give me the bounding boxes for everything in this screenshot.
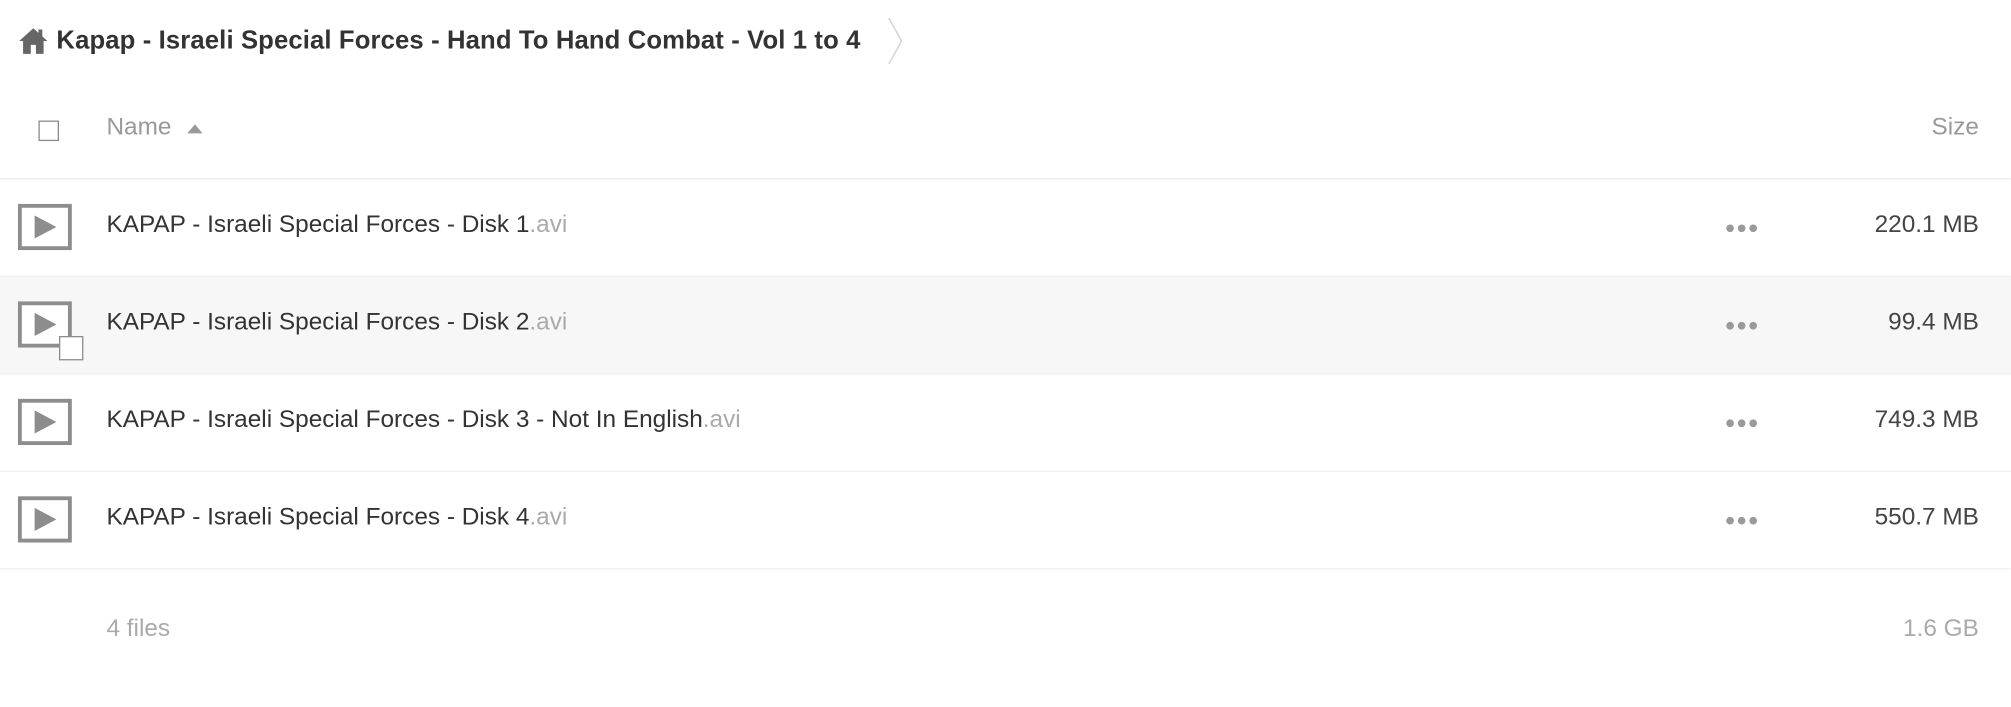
- sort-ascending-icon: [186, 123, 203, 133]
- file-size: 550.7 MB: [1874, 504, 1979, 531]
- file-name[interactable]: KAPAP - Israeli Special Forces - Disk 4.…: [106, 504, 567, 532]
- file-list: KAPAP - Israeli Special Forces - Disk 1.…: [0, 180, 2011, 570]
- file-name[interactable]: KAPAP - Israeli Special Forces - Disk 3 …: [106, 407, 740, 435]
- file-size: 749.3 MB: [1874, 406, 1979, 434]
- video-file-icon: [17, 301, 84, 361]
- file-row[interactable]: KAPAP - Israeli Special Forces - Disk 3 …: [0, 374, 2011, 472]
- file-size: 220.1 MB: [1874, 211, 1979, 239]
- column-name-label: Name: [106, 114, 172, 142]
- more-actions-icon[interactable]: [1726, 419, 1758, 428]
- total-size: 1.6 GB: [1903, 615, 1979, 643]
- breadcrumb: Kapap - Israeli Special Forces - Hand To…: [18, 17, 907, 65]
- column-size-header[interactable]: Size: [1931, 114, 1978, 142]
- column-name-header[interactable]: Name: [106, 114, 203, 142]
- file-basename: KAPAP - Israeli Special Forces - Disk 2: [106, 309, 530, 337]
- breadcrumb-folder[interactable]: Kapap - Israeli Special Forces - Hand To…: [56, 26, 860, 55]
- list-header: Name Size: [0, 82, 2011, 180]
- breadcrumb-chevron-icon: [888, 17, 903, 65]
- home-icon[interactable]: [18, 27, 49, 55]
- video-file-icon: [17, 496, 72, 543]
- row-select-checkbox[interactable]: [58, 336, 84, 361]
- file-count: 4 files: [106, 615, 171, 643]
- file-basename: KAPAP - Israeli Special Forces - Disk 1: [106, 211, 530, 239]
- more-actions-icon[interactable]: [1726, 321, 1758, 330]
- file-basename: KAPAP - Israeli Special Forces - Disk 3 …: [106, 406, 703, 434]
- file-basename: KAPAP - Israeli Special Forces - Disk 4: [106, 504, 530, 531]
- file-extension: .avi: [529, 211, 568, 239]
- file-extension: .avi: [702, 406, 741, 434]
- file-name[interactable]: KAPAP - Israeli Special Forces - Disk 2.…: [106, 309, 567, 337]
- file-browser: Kapap - Israeli Special Forces - Hand To…: [0, 0, 2011, 699]
- file-name[interactable]: KAPAP - Israeli Special Forces - Disk 1.…: [106, 212, 567, 240]
- file-extension: .avi: [529, 504, 568, 531]
- file-size: 99.4 MB: [1888, 309, 1979, 337]
- list-summary: 4 files 1.6 GB: [0, 603, 2011, 654]
- video-file-icon: [17, 398, 72, 446]
- select-all-checkbox[interactable]: [38, 120, 59, 142]
- file-row[interactable]: KAPAP - Israeli Special Forces - Disk 2.…: [0, 277, 2011, 375]
- file-row[interactable]: KAPAP - Israeli Special Forces - Disk 4.…: [0, 472, 2011, 570]
- more-actions-icon[interactable]: [1726, 224, 1758, 233]
- more-actions-icon[interactable]: [1726, 516, 1758, 525]
- file-extension: .avi: [529, 309, 568, 337]
- file-row[interactable]: KAPAP - Israeli Special Forces - Disk 1.…: [0, 180, 2011, 278]
- video-file-icon: [17, 203, 72, 251]
